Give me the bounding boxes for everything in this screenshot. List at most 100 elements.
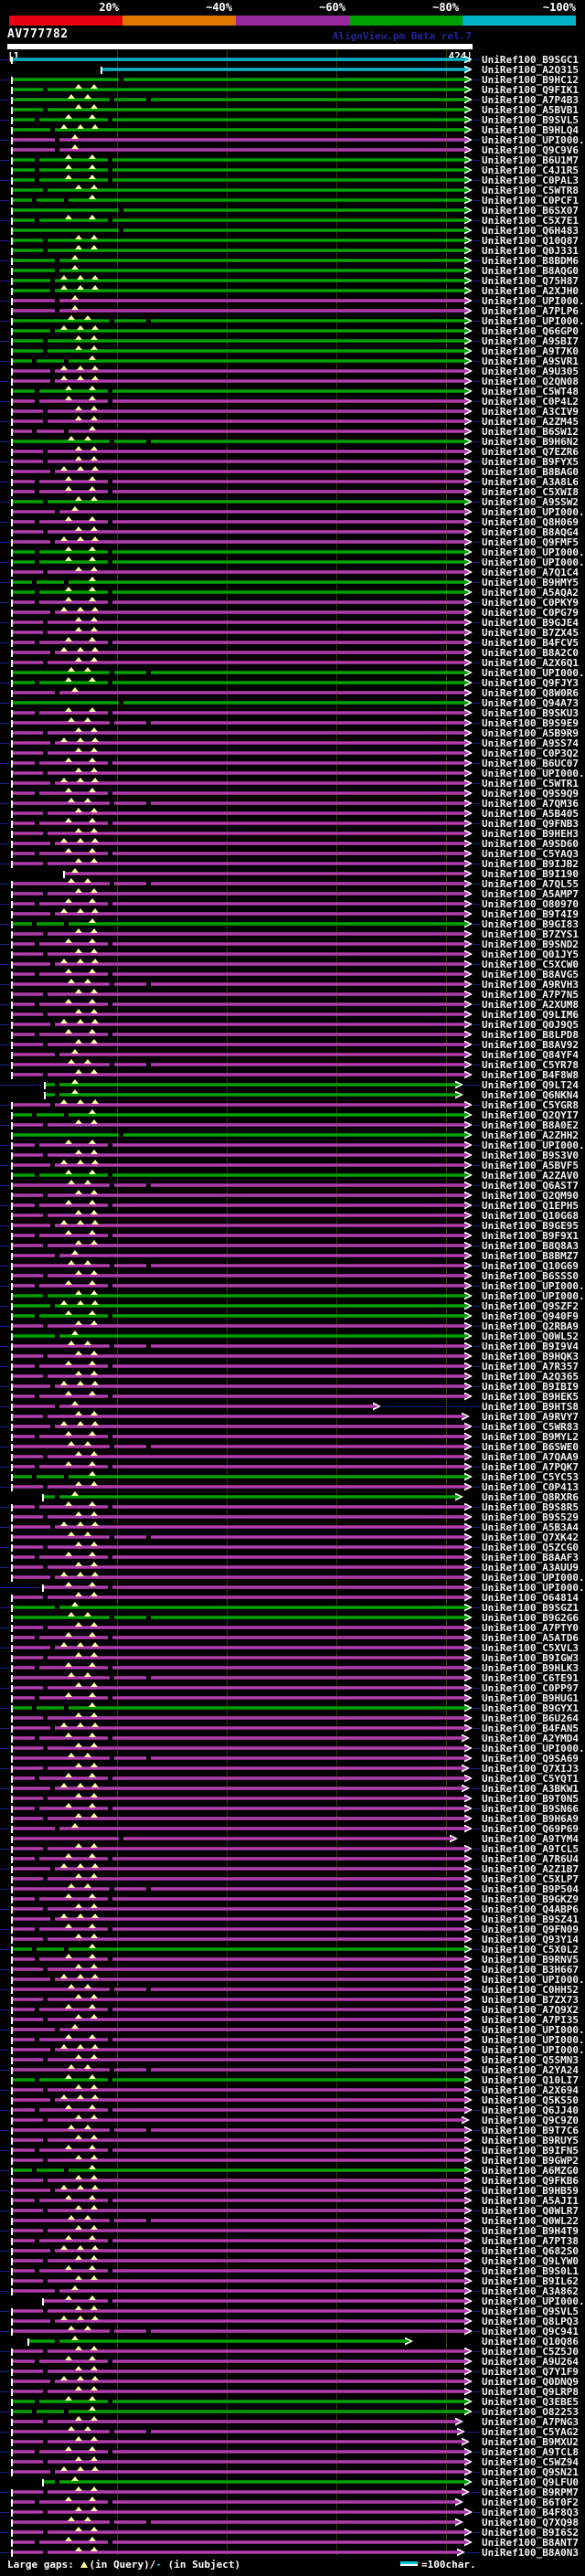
query-gap-marker-icon (91, 1973, 99, 1978)
alignment-bar (13, 138, 464, 142)
subject-gap-nick (35, 2038, 39, 2041)
arrowhead-icon (464, 1321, 473, 1330)
subject-gap-nick (43, 1595, 48, 1599)
subject-id-label: UniRef100_A9T7K0 (482, 345, 579, 357)
label-connector-line (473, 2109, 480, 2111)
arrowhead-icon (464, 1372, 473, 1381)
subject-gap-nick (43, 1485, 48, 1489)
alignment-row: UniRef100_A5BVF5 (0, 1159, 585, 1171)
subject-gap-nick (32, 359, 37, 363)
query-gap-marker-icon (75, 2134, 82, 2139)
subject-id-label: UniRef100_B4FAN5 (482, 1722, 579, 1734)
alignment-row: UniRef100_Q8RXR6 (0, 1490, 585, 1502)
alignment-row: UniRef100_B4F8W8 (0, 1068, 585, 1080)
subject-id-label: UniRef100_UPI000.. (482, 505, 585, 518)
subject-gap-nick (43, 2550, 48, 2554)
arrowhead-icon (464, 708, 473, 717)
label-connector-line (473, 99, 480, 101)
alignment-row: UniRef100_O80970 (0, 897, 585, 909)
subject-overhang-line (0, 119, 9, 121)
query-gap-marker-icon (60, 2315, 68, 2320)
alignment-bar (13, 460, 464, 463)
subject-id-label: UniRef100_B9HTS8 (482, 1400, 579, 1413)
alignment-bar (13, 289, 464, 292)
subject-overhang-line (0, 219, 9, 221)
label-connector-line (466, 2551, 480, 2553)
arrowhead-icon (464, 1442, 473, 1451)
query-gap-marker-icon (90, 747, 98, 752)
subject-overhang-line (0, 843, 9, 844)
arrowhead-icon (464, 376, 473, 386)
query-gap-marker-icon (89, 1309, 96, 1315)
arrowhead-icon (464, 477, 473, 486)
alignment-row: UniRef100_Q7XK42 (0, 1531, 585, 1542)
query-gap-marker-icon (84, 1531, 91, 1536)
query-gap-marker-icon (77, 123, 84, 129)
arrowhead-icon (464, 1794, 473, 1803)
query-gap-marker-icon (65, 706, 72, 712)
query-gap-marker-icon (90, 887, 98, 893)
query-gap-marker-icon (60, 465, 68, 471)
query-gap-marker-icon (89, 676, 96, 682)
subject-id-label: UniRef100_Q9FKB6 (482, 2174, 579, 2187)
arrowhead-icon (464, 1161, 473, 1170)
alignment-bar (13, 2400, 464, 2403)
query-gap-marker-icon (89, 1169, 96, 1174)
query-gap-marker-icon (75, 2154, 82, 2159)
arrowhead-icon (464, 718, 473, 727)
arrowhead-icon (464, 1844, 473, 1853)
subject-id-label: UniRef100_C5YC53 (482, 1470, 579, 1483)
subject-overhang-line (0, 2049, 9, 2051)
alignment-row: UniRef100_B9S529 (0, 1511, 585, 1522)
subject-id-label: UniRef100_B7ZYS1 (482, 928, 579, 940)
query-gap-marker-icon (77, 1521, 84, 1526)
alignment-row: UniRef100_B9FYX5 (0, 455, 585, 467)
query-gap-marker-icon (91, 2043, 99, 2049)
query-gap-marker-icon (75, 1651, 82, 1657)
alignment-row: UniRef100_B9GWP2 (0, 2154, 585, 2166)
label-connector-line (473, 521, 480, 523)
query-gap-marker-icon (75, 2506, 82, 2511)
subject-id-label: UniRef100_C5XWI8 (482, 485, 579, 498)
subject-id-label: UniRef100_A3BKW1 (482, 1782, 579, 1795)
alignment-row: UniRef100_UPI000.. (0, 133, 585, 145)
query-gap-marker-icon (60, 1098, 68, 1104)
alignment-row: UniRef100_Q9LFU0 (0, 2475, 585, 2487)
query-gap-marker-icon (75, 948, 82, 953)
subject-gap-nick (43, 2018, 48, 2021)
subject-id-label: UniRef100_C5YAQ3 (482, 847, 579, 860)
subject-id-label: UniRef100_A9TCL5 (482, 1842, 579, 1855)
subject-id-label: UniRef100_Q6NKN4 (482, 1088, 579, 1101)
alignment-bar (13, 2319, 464, 2323)
query-gap-marker-icon (71, 1601, 79, 1606)
subject-id-label: UniRef100_A7QL55 (482, 877, 579, 890)
arrowhead-icon (464, 1331, 473, 1341)
alignment-row: UniRef100_A2YMD4 (0, 1732, 585, 1744)
subject-gap-nick (43, 1455, 48, 1458)
arrowhead-icon (455, 2417, 463, 2426)
subject-gap-nick (43, 1374, 48, 1378)
query-gap-marker-icon (75, 103, 82, 109)
subject-gap-nick (43, 1123, 48, 1127)
query-gap-marker-icon (91, 465, 99, 471)
alignment-bar (13, 2239, 464, 2242)
alignment-bar (13, 148, 464, 152)
alignment-row: UniRef100_UPI000.. (0, 1139, 585, 1150)
alignment-row: UniRef100_B9HEH3 (0, 827, 585, 839)
query-gap-marker-icon (75, 415, 82, 420)
query-gap-marker-icon (75, 2345, 82, 2350)
query-gap-marker-icon (89, 576, 96, 581)
query-gap-marker-icon (90, 857, 98, 863)
subject-gap-nick (43, 832, 48, 835)
subject-gap-nick (55, 269, 59, 272)
alignment-bar (13, 450, 464, 453)
subject-id-label: UniRef100_Q9FJY3 (482, 676, 579, 689)
query-gap-marker-icon (90, 83, 98, 89)
subject-id-label: UniRef100_B9GYX1 (482, 1701, 579, 1714)
alignment-row: UniRef100_Q9SZF2 (0, 1299, 585, 1311)
query-gap-marker-icon (89, 1279, 96, 1285)
subject-gap-nick (35, 1033, 39, 1036)
subject-id-label: UniRef100_C5Z5J0 (482, 2345, 579, 2358)
subject-overhang-line (0, 2370, 9, 2372)
alignment-row: UniRef100_A7PQK7 (0, 1460, 585, 1472)
